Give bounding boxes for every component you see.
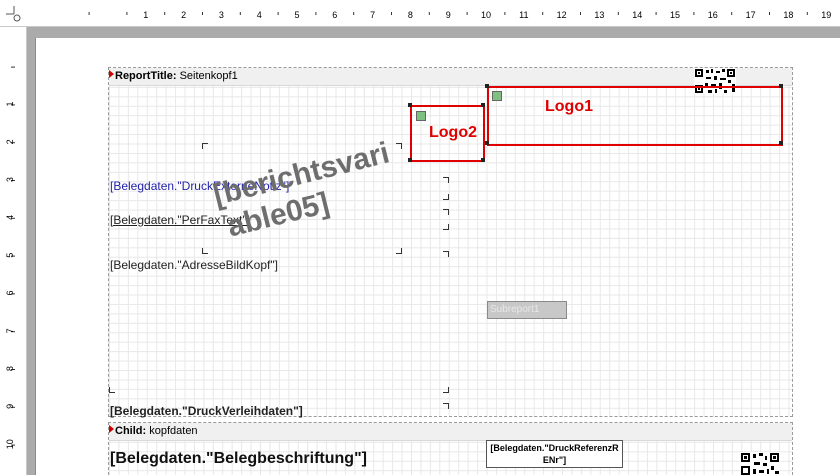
object-corner-marker [443, 403, 449, 409]
ruler-number: 9 [446, 10, 451, 20]
ruler-number: 11 [519, 10, 528, 20]
object-corner-marker [109, 387, 115, 393]
field-adresse-bild-kopf[interactable]: [Belegdaten."AdresseBildKopf"] [110, 258, 278, 272]
ruler-number: 14 [632, 10, 642, 20]
ruler-number: 16 [708, 10, 718, 20]
ruler-number: 6 [5, 290, 15, 295]
ruler-number: 5 [294, 10, 299, 20]
ruler-number: 12 [557, 10, 567, 20]
object-corner-marker [202, 248, 208, 254]
ruler-number: 8 [408, 10, 413, 20]
ruler-number: 8 [5, 366, 15, 371]
ruler-number: 10 [5, 439, 15, 449]
ruler-number: 6 [332, 10, 337, 20]
ruler-number: 2 [5, 139, 15, 144]
logo2-frame[interactable]: Logo2 [410, 105, 485, 162]
logo1-frame[interactable]: Logo1 [487, 86, 783, 146]
object-corner-marker [443, 251, 449, 257]
field-belegbeschriftung[interactable]: [Belegdaten."Belegbeschriftung"] [110, 450, 367, 468]
object-corner-marker [443, 224, 449, 230]
selection-handle[interactable] [779, 141, 783, 145]
object-corner-marker [443, 209, 449, 215]
band-marker-icon [109, 425, 114, 433]
ruler-number: 9 [5, 404, 15, 409]
logo2-label: Logo2 [429, 124, 477, 141]
band-report-title-header[interactable]: ReportTitle: Seitenkopf1 [109, 68, 792, 86]
band-name-label: Seitenkopf1 [179, 70, 238, 82]
ruler-number: 3 [5, 177, 15, 182]
subreport-object[interactable]: Subreport1 [487, 301, 567, 319]
field-druck-verleihdaten[interactable]: [Belegdaten."DruckVerleihdaten"] [110, 404, 303, 418]
ruler-number: 15 [670, 10, 680, 20]
qr-code-icon[interactable] [740, 452, 780, 475]
ruler-number: 18 [783, 10, 793, 20]
ruler-number: 7 [370, 10, 375, 20]
ruler-corner [0, 0, 27, 27]
field-druck-referenz-line2: ENr"] [542, 455, 567, 465]
ruler-number: 13 [594, 10, 604, 20]
selection-handle[interactable] [485, 141, 489, 145]
ruler-number: 2 [181, 10, 186, 20]
selection-handle[interactable] [408, 103, 412, 107]
field-druck-referenz[interactable]: [Belegdaten."DruckReferenzR ENr"] [486, 440, 623, 468]
image-icon [492, 91, 502, 101]
field-druck-referenz-line1: [Belegdaten."DruckReferenzR [490, 443, 619, 453]
selection-handle[interactable] [485, 84, 489, 88]
object-corner-marker [443, 387, 449, 393]
ruler-origin-icon [6, 6, 21, 22]
horizontal-ruler[interactable]: 1 2 3 4 5 6 7 8 9 10 11 12 13 14 15 16 17 18 19 [26, 0, 840, 27]
ruler-number: 4 [5, 215, 15, 220]
vertical-ruler[interactable]: 1 2 3 4 5 6 7 8 9 10 [0, 27, 27, 475]
band-kind-label: ReportTitle: [115, 70, 177, 82]
ruler-number: 1 [5, 101, 15, 106]
object-corner-marker [443, 177, 449, 183]
band-marker-icon [109, 70, 114, 78]
ruler-number: 7 [5, 328, 15, 333]
object-corner-marker [396, 143, 402, 149]
object-corner-marker [396, 248, 402, 254]
band-name-label: kopfdaten [149, 425, 198, 437]
selection-handle[interactable] [481, 103, 485, 107]
object-corner-marker [202, 143, 208, 149]
ruler-number: 1 [143, 10, 148, 20]
selection-handle[interactable] [481, 158, 485, 162]
ruler-number: 17 [746, 10, 756, 20]
ruler-number: 19 [821, 10, 831, 20]
ruler-number: 10 [481, 10, 491, 20]
selection-handle[interactable] [779, 84, 783, 88]
image-icon [416, 111, 426, 121]
band-child-header[interactable]: Child: kopfdaten [109, 423, 792, 441]
ruler-number: 4 [257, 10, 262, 20]
band-kind-label: Child: [115, 425, 147, 437]
object-corner-marker [443, 194, 449, 200]
ruler-number: 3 [219, 10, 224, 20]
logo1-label: Logo1 [545, 98, 593, 115]
ruler-number: 5 [5, 253, 15, 258]
selection-handle[interactable] [408, 158, 412, 162]
